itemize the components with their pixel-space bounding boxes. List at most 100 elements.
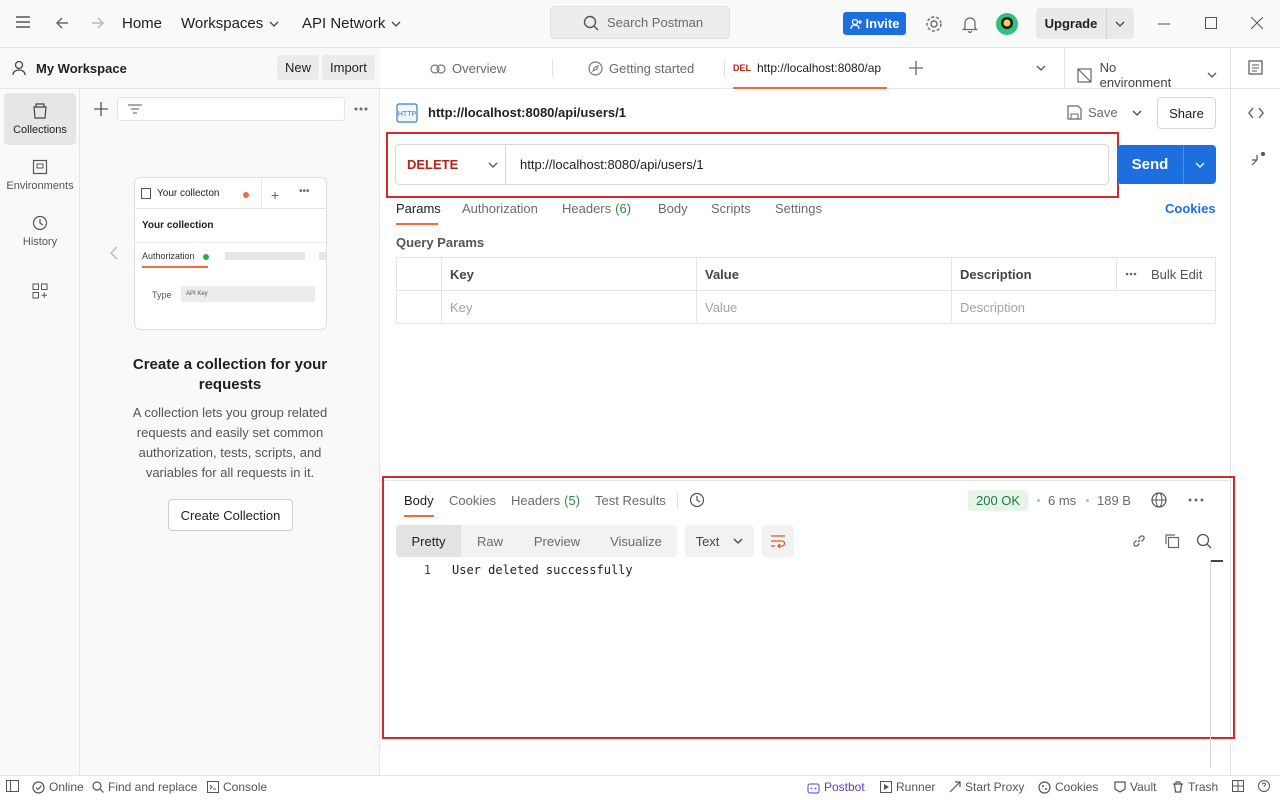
response-tab-test-results[interactable]: Test Results (595, 493, 666, 508)
bulk-edit-cell: Bulk Edit (1116, 257, 1216, 291)
response-tab-body[interactable]: Body (404, 493, 434, 508)
settings-gear-icon[interactable] (925, 15, 943, 33)
wrap-lines-button[interactable] (762, 525, 794, 557)
illustration-type-label: Type (152, 290, 172, 300)
cookies-link[interactable]: Cookies (1165, 201, 1216, 216)
more-options-icon (1125, 272, 1137, 276)
runner-button[interactable]: Runner (880, 780, 935, 794)
link-icon[interactable] (1131, 533, 1147, 549)
scrollbar-thumb[interactable] (1211, 560, 1223, 562)
response-size[interactable]: 189 B (1097, 493, 1131, 508)
response-time[interactable]: 6 ms (1048, 493, 1076, 508)
network-globe-icon[interactable] (1151, 492, 1167, 508)
tab-getting-started[interactable]: Getting started (588, 48, 694, 88)
search-input[interactable]: Search Postman (550, 6, 730, 39)
view-pretty-button[interactable]: Pretty (396, 525, 461, 557)
save-button[interactable]: Save (1067, 97, 1118, 128)
bulk-edit-button[interactable]: Bulk Edit (1125, 267, 1207, 282)
code-icon[interactable] (1248, 107, 1264, 119)
response-history-icon[interactable] (689, 492, 705, 508)
tab-authorization[interactable]: Authorization (462, 201, 538, 216)
filter-input[interactable] (117, 97, 345, 121)
share-button[interactable]: Share (1157, 97, 1216, 129)
tab-scripts[interactable]: Scripts (711, 201, 751, 216)
new-tab-plus-icon[interactable] (909, 61, 923, 75)
import-button[interactable]: Import (322, 55, 375, 80)
invite-button[interactable]: Invite (843, 12, 906, 35)
help-icon[interactable] (1258, 780, 1270, 792)
create-collection-button[interactable]: Create Collection (168, 499, 293, 531)
environment-quick-look-icon[interactable] (1248, 60, 1263, 75)
save-options-chevron-icon[interactable] (1132, 110, 1142, 116)
environment-selector[interactable]: No environment (1077, 60, 1217, 90)
format-select[interactable]: Text (685, 525, 754, 557)
nav-home[interactable]: Home (122, 15, 162, 32)
menu-icon[interactable] (16, 16, 30, 28)
minimize-icon[interactable] (1158, 23, 1170, 25)
chevron-down-icon (1195, 162, 1205, 168)
illustration-type-select: API Key (181, 286, 315, 302)
tabs-chevron-down-icon[interactable] (1036, 65, 1046, 71)
cookies-button[interactable]: Cookies (1038, 780, 1098, 794)
vault-button[interactable]: Vault (1114, 780, 1156, 794)
description-input[interactable]: Description (951, 290, 1216, 324)
trash-button[interactable]: Trash (1172, 780, 1218, 794)
rail-item-environments[interactable]: Environments (4, 149, 76, 201)
request-title[interactable]: http://localhost:8080/api/users/1 (428, 105, 626, 120)
new-button[interactable]: New (277, 55, 320, 80)
tab-headers[interactable]: Headers (6) (562, 201, 631, 216)
response-headers-count: (5) (564, 493, 581, 508)
response-body-text[interactable]: User deleted successfully (452, 563, 633, 577)
status-badge[interactable]: 200 OK (968, 490, 1029, 511)
response-tab-headers[interactable]: Headers (5) (511, 493, 580, 508)
rail-item-collections[interactable]: Collections (4, 93, 76, 145)
value-input[interactable]: Value (696, 290, 952, 324)
console-button[interactable]: Console (207, 780, 267, 794)
add-icon[interactable] (94, 102, 108, 116)
close-icon[interactable] (1251, 17, 1263, 29)
forward-arrow-icon[interactable] (91, 16, 105, 30)
tab-overview[interactable]: Overview (430, 48, 506, 88)
chevron-left-icon[interactable] (110, 246, 118, 260)
online-status[interactable]: Online (32, 780, 84, 794)
start-proxy-button[interactable]: Start Proxy (949, 780, 1024, 794)
notifications-bell-icon[interactable] (962, 15, 978, 33)
send-button[interactable]: Send (1117, 145, 1216, 184)
rail-item-configure[interactable] (4, 265, 76, 317)
find-replace-button[interactable]: Find and replace (92, 780, 197, 794)
proxy-icon (949, 781, 961, 793)
scrollbar-track[interactable] (1210, 560, 1211, 768)
method-select[interactable]: DELETE (396, 145, 506, 184)
nav-api-network[interactable]: API Network (302, 15, 401, 32)
url-input[interactable]: http://localhost:8080/api/users/1 (520, 157, 704, 172)
key-input[interactable]: Key (441, 290, 697, 324)
back-arrow-icon[interactable] (55, 16, 69, 30)
tab-settings[interactable]: Settings (775, 201, 822, 216)
tab-active-label: http://localhost:8080/ap (757, 60, 882, 75)
layout-grid-icon[interactable] (1232, 780, 1244, 792)
tab-active-request[interactable]: DEL http://localhost:8080/ap (733, 48, 887, 89)
search-response-icon[interactable] (1196, 533, 1212, 549)
tab-body[interactable]: Body (658, 201, 688, 216)
view-preview-button[interactable]: Preview (519, 525, 595, 557)
more-options-icon[interactable] (354, 107, 368, 111)
view-raw-button[interactable]: Raw (461, 525, 519, 557)
upgrade-button[interactable]: Upgrade (1036, 8, 1134, 39)
rail-item-history[interactable]: History (4, 205, 76, 257)
nav-workspaces[interactable]: Workspaces (181, 15, 279, 32)
toggle-sidebar-icon[interactable] (6, 780, 19, 792)
collection-illustration: Your collecton + ••• Your collection Aut… (134, 177, 327, 330)
response-tab-cookies[interactable]: Cookies (449, 493, 496, 508)
related-collections-icon[interactable] (1250, 151, 1266, 167)
response-headers-label: Headers (511, 493, 561, 508)
tab-params[interactable]: Params (396, 201, 441, 216)
avatar[interactable] (995, 12, 1019, 36)
url-bar: DELETE http://localhost:8080/api/users/1 (395, 144, 1109, 185)
console-label: Console (223, 780, 268, 794)
response-more-icon[interactable] (1188, 498, 1204, 502)
postbot-button[interactable]: Postbot (807, 780, 865, 794)
view-visualize-button[interactable]: Visualize (595, 525, 677, 557)
chevron-down-icon (269, 21, 279, 27)
copy-icon[interactable] (1164, 533, 1180, 549)
maximize-icon[interactable] (1205, 17, 1217, 29)
